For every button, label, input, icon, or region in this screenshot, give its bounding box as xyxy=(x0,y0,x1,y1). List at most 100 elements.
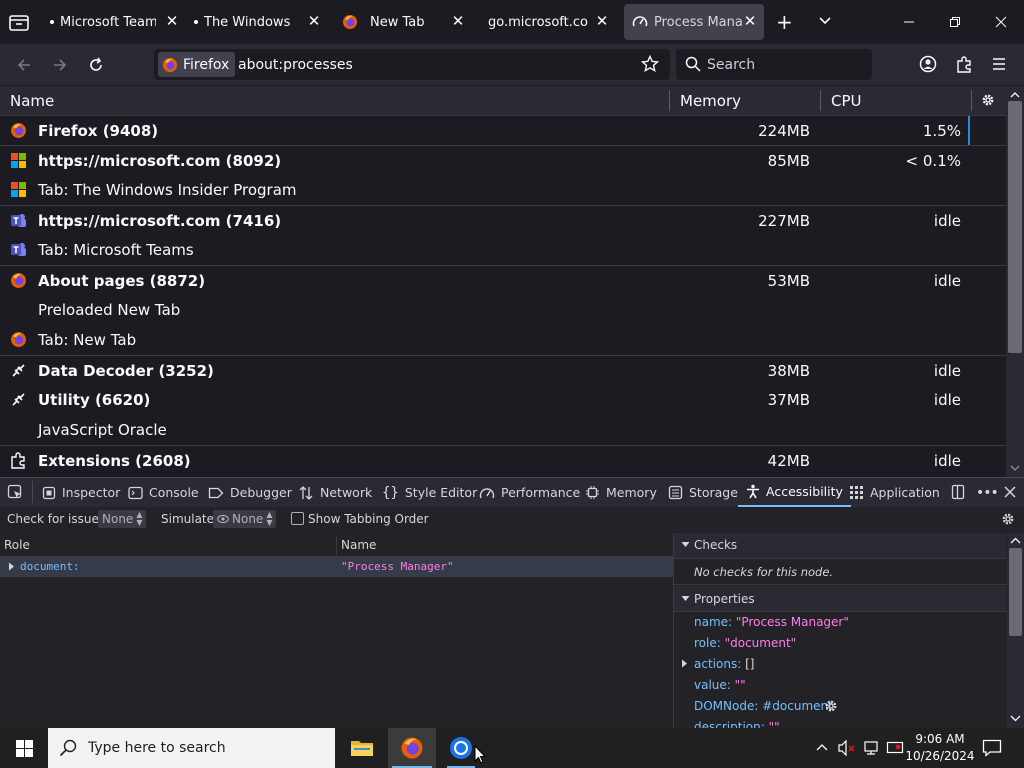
more-options-icon[interactable]: ••• xyxy=(976,485,999,501)
process-row[interactable]: https://microsoft.com (8092) 85MB < 0.1% xyxy=(0,145,1006,175)
settings-gear-icon[interactable] xyxy=(1001,512,1015,526)
minimize-button[interactable] xyxy=(886,0,932,44)
process-row[interactable]: Extensions (2608) 42MB idle xyxy=(0,445,1006,477)
eye-icon xyxy=(217,514,229,524)
devtools-tab-storage[interactable]: Storage xyxy=(668,478,738,507)
device-status-icon[interactable] xyxy=(886,740,904,756)
property-row-description[interactable]: description: "" xyxy=(694,720,994,728)
simulate-select[interactable]: None ▲ ▼ xyxy=(213,510,277,528)
tab-list-icon[interactable] xyxy=(8,11,30,33)
property-row-value[interactable]: value: "" xyxy=(694,678,746,692)
search-box[interactable] xyxy=(676,49,872,80)
tab-windows-insider[interactable]: The Windows In ✕ xyxy=(194,4,328,40)
process-row[interactable]: JavaScript Oracle xyxy=(0,415,1006,445)
devtools-tab-memory[interactable]: Memory xyxy=(585,478,657,507)
tab-label: Style Editor xyxy=(404,485,478,500)
collapse-triangle-icon[interactable] xyxy=(681,595,690,602)
tab-process-manager[interactable]: Process Manag ✕ xyxy=(624,4,764,40)
element-picker-icon[interactable] xyxy=(7,484,23,500)
process-row[interactable]: https://microsoft.com (7416) 227MB idle xyxy=(0,205,1006,235)
notification-center-icon[interactable] xyxy=(982,739,1002,757)
devtools-tab-console[interactable]: Console xyxy=(128,478,199,507)
tab-go-microsoft[interactable]: go.microsoft.com/fw ✕ xyxy=(482,4,616,40)
checks-empty-text: No checks for this node. xyxy=(694,565,834,579)
property-row-domnode[interactable]: DOMNode: #document xyxy=(694,699,833,713)
account-icon[interactable] xyxy=(919,55,937,73)
devtools-tab-style-editor[interactable]: {} Style Editor xyxy=(382,478,477,507)
sidebar-scrollbar[interactable] xyxy=(1007,533,1024,728)
updown-arrows-icon: ▲ ▼ xyxy=(266,510,273,527)
property-key: description: xyxy=(694,720,765,728)
start-button[interactable] xyxy=(0,728,48,768)
identity-box[interactable]: Firefox xyxy=(158,52,236,77)
property-row-name[interactable]: name: "Process Manager" xyxy=(694,615,849,629)
column-divider[interactable] xyxy=(336,535,337,555)
restore-button[interactable] xyxy=(932,0,978,44)
dock-side-icon[interactable] xyxy=(950,484,966,500)
process-row[interactable]: Preloaded New Tab xyxy=(0,295,1006,325)
devtools-tab-debugger[interactable]: Debugger xyxy=(208,478,292,507)
process-list-scrollbar[interactable] xyxy=(1006,86,1024,477)
column-header-role[interactable]: Role xyxy=(4,538,30,552)
devtools-tab-accessibility[interactable]: Accessibility xyxy=(738,478,851,507)
search-placeholder: Search xyxy=(707,57,756,73)
column-divider[interactable] xyxy=(669,90,670,111)
process-name: Extensions (2608) xyxy=(38,452,191,470)
firefox-taskbar-button[interactable] xyxy=(388,728,436,768)
column-divider[interactable] xyxy=(820,90,821,111)
close-window-button[interactable] xyxy=(978,0,1024,44)
expand-triangle-icon[interactable] xyxy=(681,659,688,668)
process-row[interactable]: Tab: The Windows Insider Program xyxy=(0,175,1006,205)
column-header-memory[interactable]: Memory xyxy=(680,92,741,110)
tab-label: Process Manag xyxy=(654,14,742,30)
close-devtools-icon[interactable] xyxy=(1004,486,1016,498)
tab-new-tab[interactable]: New Tab ✕ xyxy=(336,4,472,40)
tab-microsoft-teams[interactable]: Microsoft Teams ✕ xyxy=(50,4,186,40)
devtools-tab-performance[interactable]: Performance xyxy=(479,478,580,507)
close-tab-icon[interactable]: ✕ xyxy=(450,13,466,29)
process-row[interactable]: Tab: New Tab xyxy=(0,325,1006,355)
property-value: "document" xyxy=(724,636,797,650)
system-clock[interactable]: 9:06 AM 10/26/2024 xyxy=(904,731,976,765)
bookmark-star-icon[interactable] xyxy=(641,55,659,73)
property-row-role[interactable]: role: "document" xyxy=(694,636,796,650)
new-tab-plus-icon[interactable]: + xyxy=(776,12,793,32)
select-node-target-icon[interactable] xyxy=(824,699,838,713)
chevron-up-icon[interactable] xyxy=(815,741,829,753)
process-row[interactable]: About pages (8872) 53MB idle xyxy=(0,265,1006,295)
devtools-tab-inspector[interactable]: Inspector xyxy=(42,478,120,507)
chevron-down-icon[interactable] xyxy=(818,14,832,28)
devtools-tab-network[interactable]: Network xyxy=(298,478,372,507)
process-row[interactable]: Firefox (9408) 224MB 1.5% xyxy=(0,115,1006,146)
column-header-name[interactable]: Name xyxy=(341,538,376,552)
close-tab-icon[interactable]: ✕ xyxy=(742,13,758,29)
collapse-triangle-icon[interactable] xyxy=(681,541,690,548)
process-name: Preloaded New Tab xyxy=(38,301,181,319)
network-icon[interactable] xyxy=(862,740,880,756)
devtools-tab-application[interactable]: Application xyxy=(849,478,940,507)
process-row[interactable]: Data Decoder (3252) 38MB idle xyxy=(0,355,1006,385)
settings-gear-icon[interactable] xyxy=(981,93,995,107)
extensions-puzzle-icon[interactable] xyxy=(955,55,973,73)
close-tab-icon[interactable]: ✕ xyxy=(594,13,610,29)
file-explorer-button[interactable] xyxy=(338,728,386,768)
volume-muted-icon[interactable] xyxy=(838,740,856,756)
tabbing-order-checkbox[interactable] xyxy=(291,512,304,525)
expand-triangle-icon[interactable] xyxy=(8,562,15,571)
back-arrow-icon[interactable] xyxy=(10,51,38,79)
hamburger-menu-icon[interactable] xyxy=(991,56,1007,72)
process-row[interactable]: Tab: Microsoft Teams xyxy=(0,235,1006,265)
reload-icon[interactable] xyxy=(82,51,110,79)
column-divider[interactable] xyxy=(971,90,972,111)
tree-row-document[interactable] xyxy=(0,557,673,577)
column-header-cpu[interactable]: CPU xyxy=(831,92,862,110)
close-tab-icon[interactable]: ✕ xyxy=(306,13,322,29)
close-tab-icon[interactable]: ✕ xyxy=(164,13,180,29)
url-text[interactable]: about:processes xyxy=(238,57,353,73)
clock-date: 10/26/2024 xyxy=(905,749,975,763)
forward-arrow-icon[interactable] xyxy=(46,51,74,79)
column-header-name[interactable]: Name xyxy=(10,92,54,110)
process-row[interactable]: Utility (6620) 37MB idle xyxy=(0,385,1006,415)
check-issues-select[interactable]: None ▲ ▼ xyxy=(98,510,147,528)
property-row-actions[interactable]: actions: [] xyxy=(694,657,754,671)
